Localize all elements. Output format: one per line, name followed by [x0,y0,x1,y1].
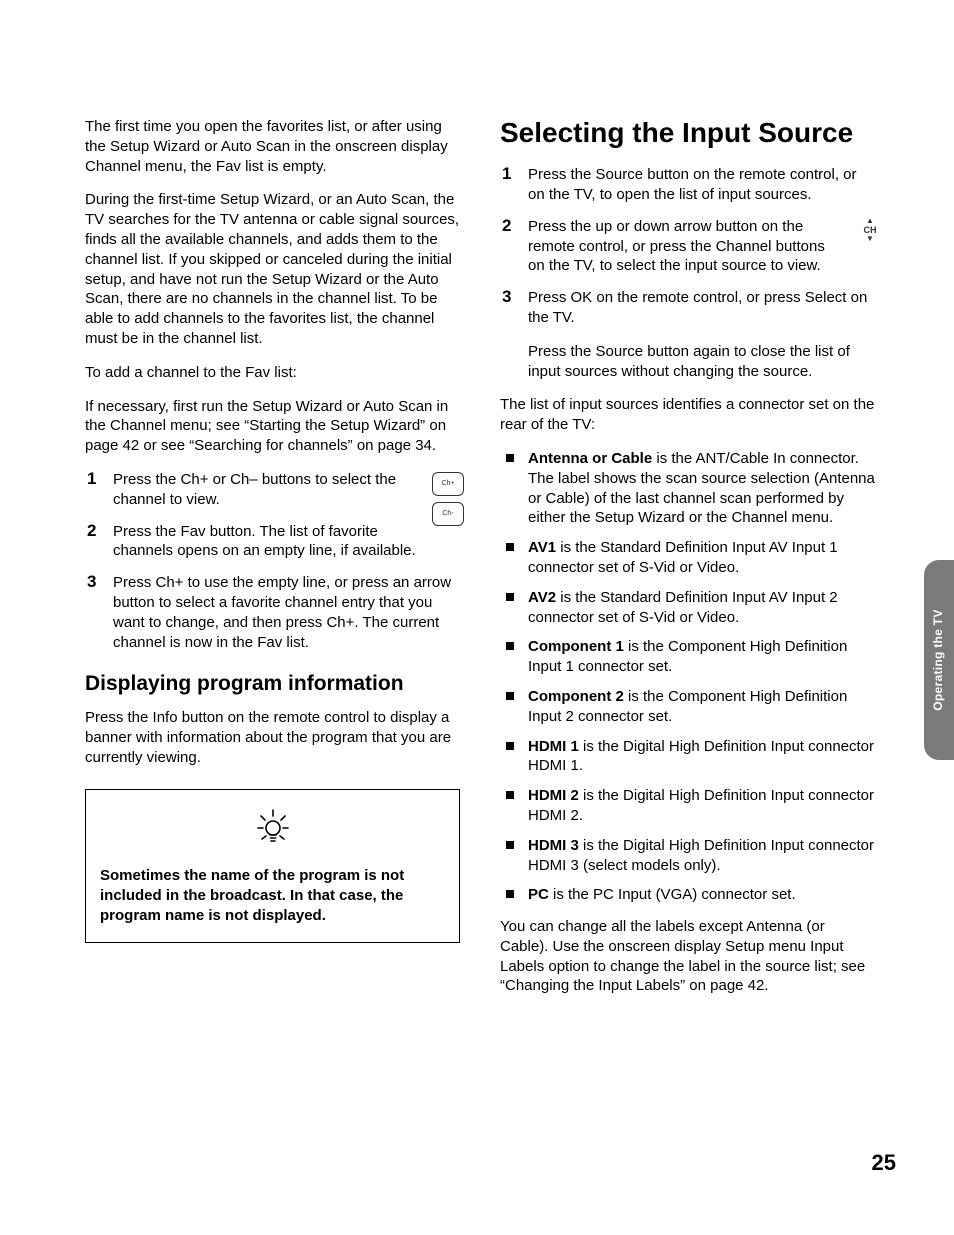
step-3: 3 Press OK on the remote control, or pre… [528,288,875,328]
arrow-down-icon: ▼ [859,235,881,244]
input-label: HDMI 2 [528,787,579,804]
input-label: Component 1 [528,638,624,655]
list-item: Component 2 is the Component High Defini… [528,687,875,727]
input-desc: is the Digital High Definition Input con… [528,787,874,824]
section-tab-label: Operating the TV [931,609,947,710]
step-1: 1 Press the Source button on the remote … [528,165,875,205]
step-number: 2 [502,215,511,237]
section-tab: Operating the TV [924,560,954,760]
channel-arrows-icon: ▲ CH ▼ [859,217,881,244]
step-number: 3 [502,286,511,308]
input-desc: is the Digital High Definition Input con… [528,738,874,775]
step-number: 1 [502,163,511,185]
right-column: Selecting the Input Source 1 Press the S… [500,117,875,1010]
tip-box: Sometimes the name of the program is not… [85,789,460,942]
tip-text: Sometimes the name of the program is not… [100,866,445,925]
ch-plus-icon: Ch+ [432,472,464,496]
input-desc: is the Digital High Definition Input con… [528,837,874,874]
step-text: Press the up or down arrow button on the… [528,217,875,276]
input-label: Component 2 [528,688,624,705]
list-item: PC is the PC Input (VGA) connector set. [528,885,875,905]
input-desc: is the Standard Definition Input AV Inpu… [528,589,838,626]
step-1: 1 Press the Ch+ or Ch– buttons to select… [113,470,460,510]
step-text: Press the Source button on the remote co… [528,166,857,203]
paragraph: The list of input sources identifies a c… [500,395,875,435]
list-item: HDMI 1 is the Digital High Definition In… [528,737,875,777]
step-2: 2 Press the Fav button. The list of favo… [113,522,460,562]
page-content: The first time you open the favorites li… [85,117,875,1010]
input-label: AV2 [528,589,556,606]
list-item: AV2 is the Standard Definition Input AV … [528,588,875,628]
paragraph: The first time you open the favorites li… [85,117,460,176]
paragraph: You can change all the labels except Ant… [500,917,875,996]
input-desc: is the PC Input (VGA) connector set. [549,886,796,903]
heading-selecting-input-source: Selecting the Input Source [500,117,875,149]
lightbulb-icon [100,808,445,852]
input-label: AV1 [528,539,556,556]
list-item: Component 1 is the Component High Defini… [528,637,875,677]
fav-list-steps: 1 Press the Ch+ or Ch– buttons to select… [85,470,460,652]
step-text: Press the Ch+ or Ch– buttons to select t… [113,470,460,510]
list-item: HDMI 2 is the Digital High Definition In… [528,786,875,826]
paragraph: Press the Info button on the remote cont… [85,708,460,767]
step-text: Press the Fav button. The list of favori… [113,522,460,562]
page-number: 25 [872,1148,896,1177]
input-source-list: Antenna or Cable is the ANT/Cable In con… [500,449,875,905]
list-item: Antenna or Cable is the ANT/Cable In con… [528,449,875,528]
paragraph: If necessary, first run the Setup Wizard… [85,397,460,456]
input-label: HDMI 3 [528,837,579,854]
input-label: PC [528,886,549,903]
paragraph: During the first-time Setup Wizard, or a… [85,190,460,348]
input-label: HDMI 1 [528,738,579,755]
heading-displaying-program-info: Displaying program information [85,670,460,698]
paragraph: Press the Source button again to close t… [500,342,875,382]
step-number: 3 [87,571,96,593]
left-column: The first time you open the favorites li… [85,117,460,1010]
paragraph: To add a channel to the Fav list: [85,363,460,383]
step-2: 2 Press the up or down arrow button on t… [528,217,875,276]
input-label: Antenna or Cable [528,450,652,467]
input-source-steps: 1 Press the Source button on the remote … [500,165,875,328]
list-item: HDMI 3 is the Digital High Definition In… [528,836,875,876]
list-item: AV1 is the Standard Definition Input AV … [528,538,875,578]
input-desc: is the Standard Definition Input AV Inpu… [528,539,838,576]
step-text: Press OK on the remote control, or press… [528,289,867,326]
step-3: 3 Press Ch+ to use the empty line, or pr… [113,573,460,652]
step-number: 2 [87,520,96,542]
step-number: 1 [87,468,96,490]
step-text: Press Ch+ to use the empty line, or pres… [113,574,451,650]
